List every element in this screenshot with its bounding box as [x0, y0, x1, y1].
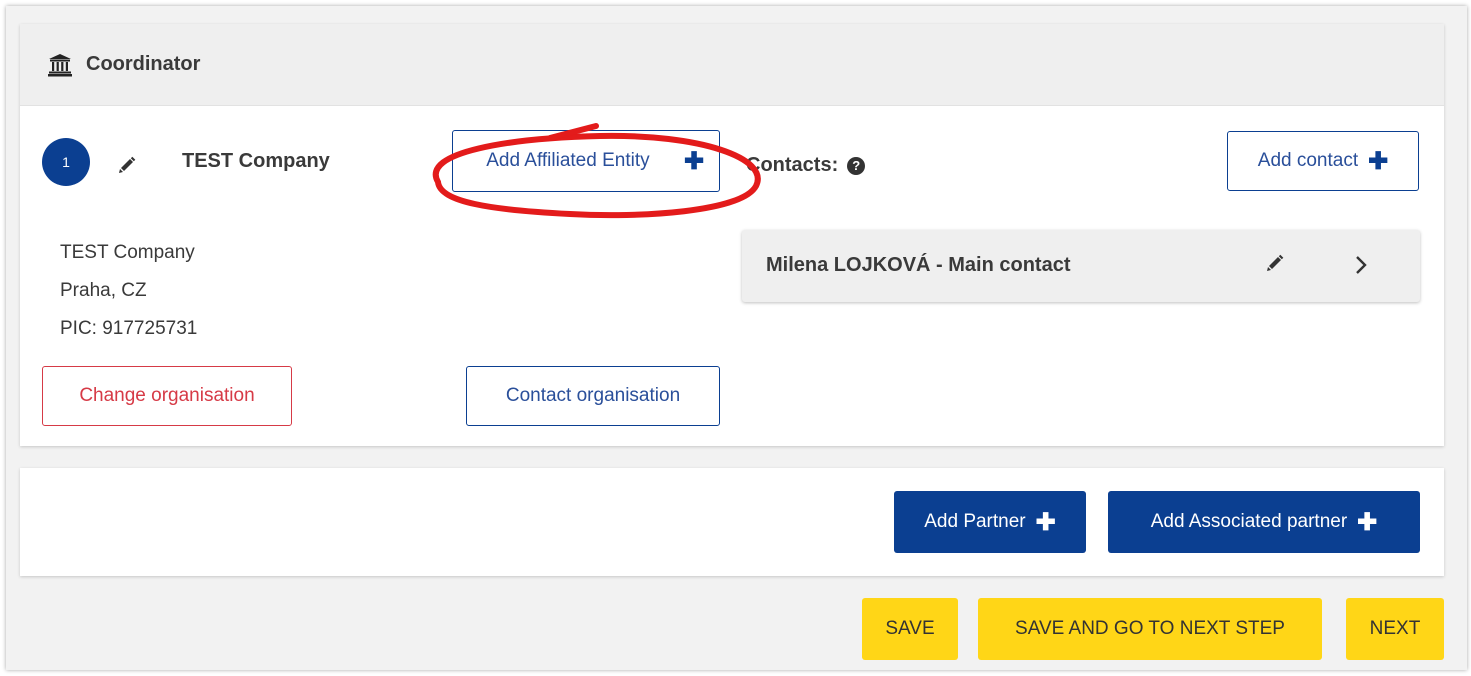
contact-organisation-button[interactable]: Contact organisation: [466, 366, 720, 426]
next-button[interactable]: NEXT: [1346, 598, 1444, 660]
organisation-details-name: TEST Company: [60, 242, 195, 263]
organisation-details: TEST Company Praha, CZ PIC: 917725731: [60, 234, 197, 348]
contact-name: Milena LOJKOVÁ - Main contact: [766, 254, 1071, 276]
question-circle-icon[interactable]: ?: [847, 156, 866, 175]
plus-icon: ✚: [1035, 508, 1056, 536]
participant-number-badge: 1: [42, 138, 90, 186]
save-button[interactable]: SAVE: [862, 598, 958, 660]
card-title: Coordinator: [86, 53, 201, 75]
partner-actions-card: Add Partner ✚ Add Associated partner ✚: [20, 468, 1444, 576]
coordinator-card: Coordinator 1 TEST Company Add Affiliate…: [20, 24, 1444, 446]
add-affiliated-entity-button[interactable]: Add Affiliated Entity ✚: [452, 130, 720, 192]
contact-row[interactable]: Milena LOJKOVÁ - Main contact: [742, 230, 1420, 302]
save-and-next-button[interactable]: SAVE AND GO TO NEXT STEP: [978, 598, 1322, 660]
add-affiliated-entity-label: Add Affiliated Entity: [486, 150, 650, 171]
coordinator-card-header: Coordinator: [20, 24, 1444, 106]
add-contact-label: Add contact: [1257, 150, 1359, 171]
add-partner-label: Add Partner: [924, 511, 1026, 532]
contacts-heading: Contacts: ?: [746, 154, 866, 177]
bank-icon: [48, 53, 72, 77]
organisation-pic: PIC: 917725731: [60, 318, 198, 339]
add-contact-button[interactable]: Add contact ✚: [1227, 131, 1419, 191]
add-associated-partner-label: Add Associated partner: [1150, 511, 1348, 532]
plus-icon: ✚: [1357, 508, 1378, 536]
screenshot-frame: Coordinator 1 TEST Company Add Affiliate…: [0, 0, 1471, 676]
chevron-right-icon[interactable]: [1354, 254, 1368, 276]
pencil-icon[interactable]: [1266, 254, 1284, 272]
plus-icon: ✚: [683, 147, 705, 175]
change-organisation-button[interactable]: Change organisation: [42, 366, 292, 426]
add-partner-button[interactable]: Add Partner ✚: [894, 491, 1086, 553]
proposal-step-panel: Coordinator 1 TEST Company Add Affiliate…: [6, 6, 1467, 670]
pencil-icon[interactable]: [118, 156, 136, 174]
plus-icon: ✚: [1368, 147, 1389, 175]
organisation-location: Praha, CZ: [60, 280, 147, 301]
organisation-name: TEST Company: [182, 150, 330, 172]
add-associated-partner-button[interactable]: Add Associated partner ✚: [1108, 491, 1420, 553]
contacts-label: Contacts:: [746, 154, 839, 176]
